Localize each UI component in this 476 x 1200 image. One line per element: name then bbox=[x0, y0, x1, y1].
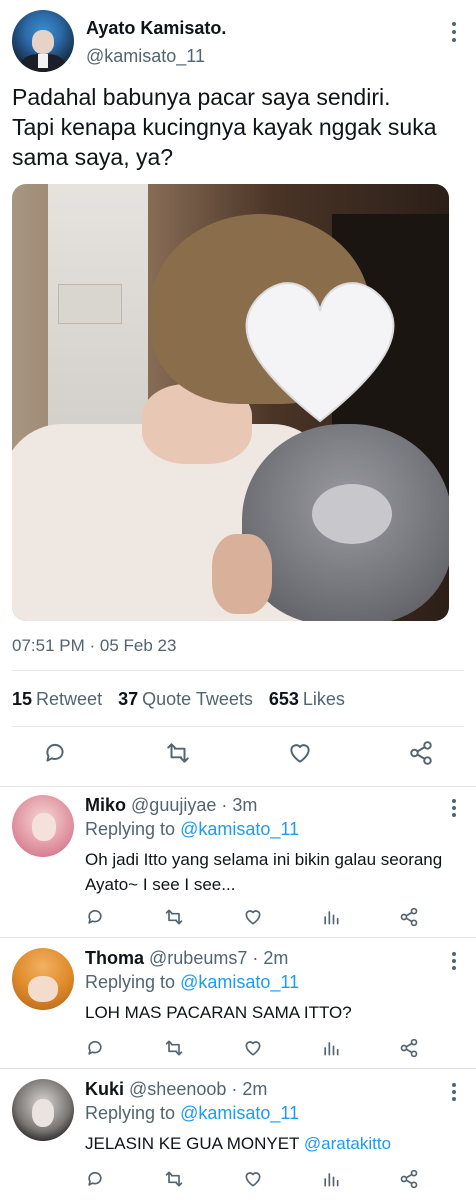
reply-item[interactable]: Kuki @sheenoob · 2m Replying to @kamisat… bbox=[0, 1069, 476, 1200]
author-name[interactable]: Ayato Kamisato. bbox=[86, 18, 226, 39]
share-icon[interactable] bbox=[399, 1038, 421, 1060]
analytics-icon[interactable] bbox=[321, 907, 343, 929]
reply-header: Miko @guujiyae · 3m bbox=[85, 795, 257, 816]
author-avatar[interactable] bbox=[12, 10, 74, 72]
reply-icon[interactable] bbox=[42, 740, 70, 768]
reply-icon[interactable] bbox=[85, 907, 107, 929]
replying-to: Replying to @kamisato_11 bbox=[85, 972, 300, 992]
more-options-icon[interactable] bbox=[450, 799, 458, 817]
divider bbox=[12, 726, 464, 727]
tweet-timestamp: 07:51 PM · 05 Feb 23 bbox=[12, 636, 177, 655]
heart-icon[interactable] bbox=[286, 740, 314, 768]
author-handle[interactable]: @kamisato_11 bbox=[86, 46, 205, 67]
reply-item[interactable]: Miko @guujiyae · 3m Replying to @kamisat… bbox=[0, 787, 476, 937]
share-icon[interactable] bbox=[399, 907, 421, 929]
likes-stat[interactable]: 653 Likes bbox=[269, 689, 345, 710]
mention-link[interactable]: @aratakitto bbox=[304, 1134, 391, 1153]
reply-actions bbox=[85, 1038, 425, 1060]
reply-header: Kuki @sheenoob · 2m bbox=[85, 1079, 267, 1100]
retweet-icon[interactable] bbox=[164, 740, 192, 768]
reply-author-name[interactable]: Kuki bbox=[85, 1079, 124, 1099]
share-icon[interactable] bbox=[399, 1169, 421, 1191]
reply-author-handle[interactable]: @sheenoob bbox=[129, 1079, 226, 1099]
divider bbox=[12, 670, 464, 671]
analytics-icon[interactable] bbox=[321, 1169, 343, 1191]
reply-text: JELASIN KE GUA MONYET @aratakitto bbox=[85, 1134, 392, 1153]
more-options-icon[interactable] bbox=[450, 952, 458, 970]
heart-sticker bbox=[245, 282, 395, 423]
retweet-stat[interactable]: 15 Retweet bbox=[12, 689, 102, 710]
reply-header: Thoma @rubeums7 · 2m bbox=[85, 948, 288, 969]
reply-text: Oh jadi Itto yang selama ini bikin galau… bbox=[85, 850, 443, 894]
reply-icon[interactable] bbox=[85, 1038, 107, 1060]
quote-stat[interactable]: 37 Quote Tweets bbox=[118, 689, 253, 710]
retweet-icon[interactable] bbox=[163, 1038, 185, 1060]
retweet-icon[interactable] bbox=[163, 907, 185, 929]
heart-icon[interactable] bbox=[242, 907, 264, 929]
more-options-icon[interactable] bbox=[450, 1083, 458, 1101]
reply-author-handle[interactable]: @guujiyae bbox=[131, 795, 216, 815]
heart-icon[interactable] bbox=[242, 1169, 264, 1191]
reply-text: LOH MAS PACARAN SAMA ITTO? bbox=[85, 1003, 352, 1022]
tweet-stats: 15 Retweet 37 Quote Tweets 653 Likes bbox=[12, 689, 345, 710]
reply-author-handle[interactable]: @rubeums7 bbox=[149, 948, 247, 968]
replying-to: Replying to @kamisato_11 bbox=[85, 819, 300, 839]
retweet-icon[interactable] bbox=[163, 1169, 185, 1191]
analytics-icon[interactable] bbox=[321, 1038, 343, 1060]
reply-item[interactable]: Thoma @rubeums7 · 2m Replying to @kamisa… bbox=[0, 938, 476, 1068]
mention-link[interactable]: @kamisato_11 bbox=[180, 972, 299, 992]
reply-actions bbox=[85, 907, 425, 929]
replying-to: Replying to @kamisato_11 bbox=[85, 1103, 300, 1123]
avatar[interactable] bbox=[12, 1079, 74, 1141]
share-icon[interactable] bbox=[408, 740, 436, 768]
heart-icon[interactable] bbox=[242, 1038, 264, 1060]
more-options-icon[interactable] bbox=[450, 22, 458, 42]
mention-link[interactable]: @kamisato_11 bbox=[180, 819, 299, 839]
mention-link[interactable]: @kamisato_11 bbox=[180, 1103, 299, 1123]
reply-author-name[interactable]: Thoma bbox=[85, 948, 144, 968]
reply-author-name[interactable]: Miko bbox=[85, 795, 126, 815]
reply-time: · 2m bbox=[231, 1079, 268, 1099]
reply-time: · 3m bbox=[221, 795, 258, 815]
avatar[interactable] bbox=[12, 948, 74, 1010]
tweet-text: Padahal babunya pacar saya sendiri. Tapi… bbox=[12, 84, 437, 170]
reply-actions bbox=[85, 1169, 425, 1191]
reply-icon[interactable] bbox=[85, 1169, 107, 1191]
author-row: Ayato Kamisato. @kamisato_11 bbox=[12, 10, 464, 74]
tweet-photo[interactable] bbox=[12, 184, 449, 621]
avatar[interactable] bbox=[12, 795, 74, 857]
tweet-actions bbox=[42, 740, 442, 770]
reply-time: · 2m bbox=[252, 948, 289, 968]
